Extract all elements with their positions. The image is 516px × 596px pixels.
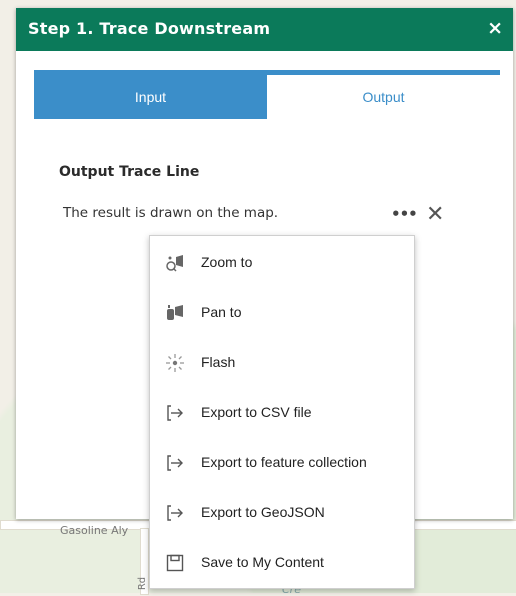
pan-to-icon (165, 303, 185, 323)
menu-item-label: Pan to (201, 304, 242, 320)
section-title: Output Trace Line (59, 164, 200, 180)
menu-item-label: Flash (201, 354, 236, 370)
zoom-to-icon (165, 253, 185, 273)
panel-header: Step 1. Trace Downstream × (16, 8, 513, 51)
menu-item-save-to-my-content[interactable]: Save to My Content (150, 541, 414, 585)
menu-item-export-geojson[interactable]: Export to GeoJSON (150, 491, 414, 535)
menu-item-pan-to[interactable]: Pan to (150, 291, 414, 335)
menu-item-label: Export to CSV file (201, 404, 312, 420)
menu-item-label: Export to feature collection (201, 454, 367, 470)
export-icon (165, 503, 185, 523)
menu-item-export-csv[interactable]: Export to CSV file (150, 391, 414, 435)
map-street-label: Rd (137, 576, 149, 591)
menu-item-flash[interactable]: Flash (150, 341, 414, 385)
menu-item-label: Save to My Content (201, 554, 324, 570)
clear-result-icon[interactable]: ✕ (426, 204, 444, 226)
actions-menu: Zoom to Pan to Flash Export to CSV file … (149, 235, 415, 589)
tab-input[interactable]: Input (34, 75, 267, 119)
map-street-label: Gasoline Aly (60, 524, 129, 537)
more-options-icon[interactable]: ••• (391, 207, 418, 222)
menu-item-export-feature-collection[interactable]: Export to feature collection (150, 441, 414, 485)
close-icon[interactable]: × (487, 17, 503, 39)
menu-item-label: Export to GeoJSON (201, 504, 325, 520)
result-text: The result is drawn on the map. (63, 205, 279, 221)
export-icon (165, 453, 185, 473)
tab-output[interactable]: Output (267, 75, 500, 119)
menu-item-zoom-to[interactable]: Zoom to (150, 241, 414, 285)
menu-item-label: Zoom to (201, 254, 253, 270)
panel-title: Step 1. Trace Downstream (28, 19, 271, 38)
save-icon (165, 553, 185, 573)
flash-icon (165, 353, 185, 373)
export-icon (165, 403, 185, 423)
